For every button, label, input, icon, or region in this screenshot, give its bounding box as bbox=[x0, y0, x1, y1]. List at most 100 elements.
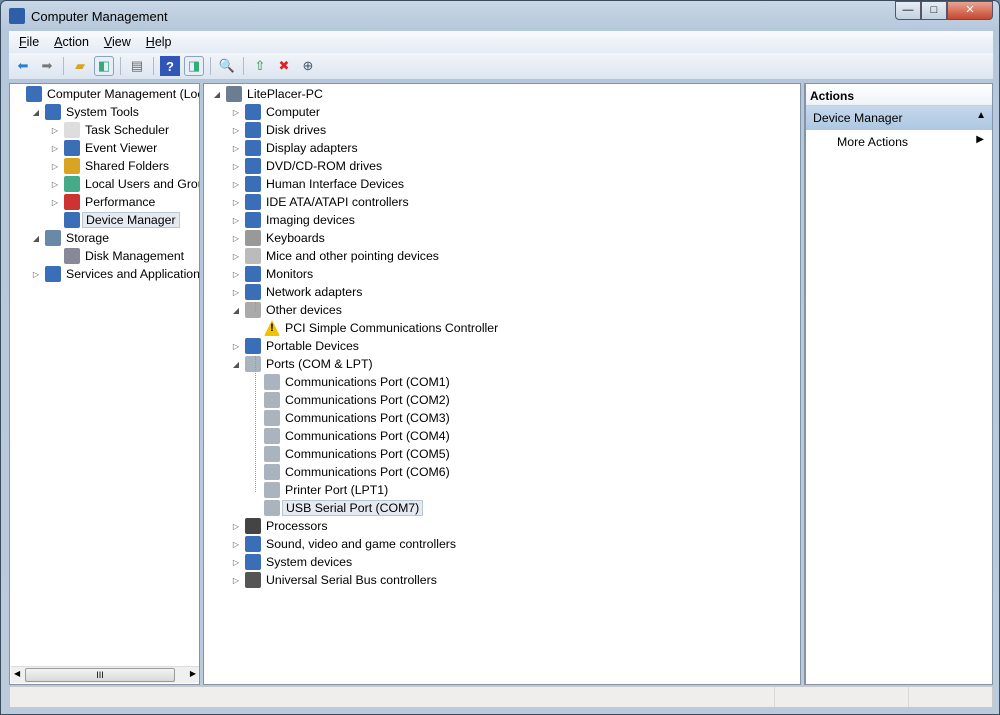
expand-arrow-icon[interactable]: ▷ bbox=[31, 270, 41, 279]
help-icon[interactable]: ? bbox=[160, 56, 180, 76]
collapse-arrow-icon[interactable]: ◢ bbox=[212, 90, 222, 99]
up-folder-icon[interactable]: ▰ bbox=[70, 56, 90, 76]
tree-item-label: Event Viewer bbox=[85, 141, 158, 155]
tree-item[interactable]: ▷ Mice and other pointing devices bbox=[231, 247, 439, 265]
properties-icon[interactable]: ▤ bbox=[127, 56, 147, 76]
tree-item[interactable]: Printer Port (LPT1) bbox=[250, 481, 388, 499]
menu-action[interactable]: Action bbox=[54, 35, 89, 49]
expand-arrow-icon[interactable]: ▷ bbox=[50, 162, 60, 171]
menu-view[interactable]: View bbox=[104, 35, 131, 49]
collapse-icon[interactable]: ▲ bbox=[976, 110, 986, 121]
expand-arrow-icon[interactable]: ▷ bbox=[231, 126, 241, 135]
disable-icon[interactable]: ⊕ bbox=[298, 56, 318, 76]
forward-icon[interactable]: ➡ bbox=[37, 56, 57, 76]
expand-arrow-icon[interactable]: ▷ bbox=[231, 180, 241, 189]
expand-arrow-icon[interactable]: ▷ bbox=[231, 216, 241, 225]
tree-item[interactable]: ▷ Monitors bbox=[231, 265, 313, 283]
tree-item-label: Communications Port (COM4) bbox=[285, 429, 450, 443]
expand-arrow-icon[interactable]: ▷ bbox=[231, 162, 241, 171]
more-actions-item[interactable]: More Actions ▶ bbox=[806, 130, 992, 152]
collapse-arrow-icon[interactable]: ◢ bbox=[31, 108, 41, 117]
expand-arrow-icon[interactable]: ▷ bbox=[231, 108, 241, 117]
tree-item[interactable]: ▷ Human Interface Devices bbox=[231, 175, 404, 193]
menu-file[interactable]: File bbox=[19, 35, 39, 49]
tree-item[interactable]: ▷ Sound, video and game controllers bbox=[231, 535, 456, 553]
maximize-button[interactable]: □ bbox=[921, 1, 947, 20]
tree-item[interactable]: Communications Port (COM6) bbox=[250, 463, 450, 481]
tree-item[interactable]: ▷ Local Users and Groups bbox=[50, 175, 199, 193]
scrollbar-thumb[interactable]: III bbox=[25, 668, 175, 682]
expand-arrow-icon[interactable]: ▷ bbox=[231, 198, 241, 207]
tree-item[interactable]: Computer Management (Local bbox=[12, 85, 199, 103]
tree-item[interactable]: Disk Management bbox=[50, 247, 184, 265]
tree-item[interactable]: ◢ Other devices bbox=[231, 301, 342, 319]
show-hide-action-pane-icon[interactable]: ◨ bbox=[184, 56, 204, 76]
update-driver-icon[interactable]: ⇧ bbox=[250, 56, 270, 76]
section-label: Device Manager bbox=[813, 111, 903, 125]
tree-item[interactable]: ▷ Display adapters bbox=[231, 139, 358, 157]
tree-item[interactable]: ◢ Ports (COM & LPT) bbox=[231, 355, 373, 373]
menu-help[interactable]: Help bbox=[146, 35, 172, 49]
tree-item[interactable]: ▷ Computer bbox=[231, 103, 320, 121]
expand-arrow-icon[interactable]: ▷ bbox=[231, 522, 241, 531]
tree-item[interactable]: USB Serial Port (COM7) bbox=[250, 499, 424, 517]
tree-item[interactable]: ▷ Processors bbox=[231, 517, 328, 535]
horizontal-scrollbar[interactable]: ◀ III ▶ bbox=[11, 666, 199, 683]
tree-item[interactable]: ▷ System devices bbox=[231, 553, 352, 571]
expand-arrow-icon[interactable]: ▷ bbox=[231, 342, 241, 351]
expand-arrow-icon[interactable]: ▷ bbox=[231, 144, 241, 153]
tree-item-label: Communications Port (COM5) bbox=[285, 447, 450, 461]
tree-item-label: Communications Port (COM2) bbox=[285, 393, 450, 407]
tree-item[interactable]: Communications Port (COM2) bbox=[250, 391, 450, 409]
expand-arrow-icon[interactable]: ▷ bbox=[231, 540, 241, 549]
tree-item-label: Communications Port (COM3) bbox=[285, 411, 450, 425]
tree-item[interactable]: Communications Port (COM1) bbox=[250, 373, 450, 391]
unknown-device-icon bbox=[245, 302, 261, 318]
expand-arrow-icon[interactable]: ▷ bbox=[50, 198, 60, 207]
tree-item[interactable]: ▷ Services and Applications bbox=[31, 265, 199, 283]
actions-pane: Actions Device Manager ▲ More Actions ▶ bbox=[804, 83, 993, 685]
tree-item[interactable]: Communications Port (COM3) bbox=[250, 409, 450, 427]
expand-arrow-icon[interactable]: ▷ bbox=[231, 558, 241, 567]
tree-item[interactable]: ▷ DVD/CD-ROM drives bbox=[231, 157, 382, 175]
tree-item[interactable]: ▷ Universal Serial Bus controllers bbox=[231, 571, 437, 589]
show-hide-console-tree-icon[interactable]: ◧ bbox=[94, 56, 114, 76]
tree-item[interactable]: ▷ Shared Folders bbox=[50, 157, 169, 175]
tree-item[interactable]: ▷ Network adapters bbox=[231, 283, 362, 301]
expand-arrow-icon[interactable]: ▷ bbox=[231, 576, 241, 585]
collapse-arrow-icon[interactable]: ◢ bbox=[31, 234, 41, 243]
back-icon[interactable]: ⬅ bbox=[13, 56, 33, 76]
tree-item[interactable]: ▷ Imaging devices bbox=[231, 211, 355, 229]
tree-item[interactable]: ▷ Event Viewer bbox=[50, 139, 157, 157]
expand-arrow-icon[interactable]: ▷ bbox=[231, 270, 241, 279]
close-button[interactable]: ✕ bbox=[947, 1, 993, 20]
tree-item[interactable]: ◢ System Tools bbox=[31, 103, 139, 121]
expand-arrow-icon[interactable]: ▷ bbox=[50, 144, 60, 153]
scan-hardware-icon[interactable]: 🔍 bbox=[217, 56, 237, 76]
tree-item[interactable]: ◢ LitePlacer-PC bbox=[212, 85, 323, 103]
tree-item[interactable]: ▷ Task Scheduler bbox=[50, 121, 169, 139]
tree-item[interactable]: ! PCI Simple Communications Controller bbox=[250, 319, 498, 337]
tree-item[interactable]: Device Manager bbox=[50, 211, 180, 229]
expand-arrow-icon[interactable]: ▷ bbox=[50, 180, 60, 189]
tree-item[interactable]: ▷ Disk drives bbox=[231, 121, 326, 139]
expand-arrow-icon[interactable]: ▷ bbox=[231, 252, 241, 261]
tree-item[interactable]: ◢ Storage bbox=[31, 229, 109, 247]
tree-item[interactable]: ▷ Keyboards bbox=[231, 229, 325, 247]
tree-item-label: Shared Folders bbox=[85, 159, 170, 173]
collapse-arrow-icon[interactable]: ◢ bbox=[231, 360, 241, 369]
tree-item[interactable]: ▷ IDE ATA/ATAPI controllers bbox=[231, 193, 409, 211]
expand-arrow-icon[interactable]: ▷ bbox=[231, 288, 241, 297]
port-icon bbox=[264, 410, 280, 426]
tree-item[interactable]: ▷ Portable Devices bbox=[231, 337, 359, 355]
tree-item[interactable]: Communications Port (COM4) bbox=[250, 427, 450, 445]
minimize-button[interactable]: — bbox=[895, 1, 921, 20]
actions-section-device-manager[interactable]: Device Manager ▲ bbox=[806, 106, 992, 130]
expand-arrow-icon[interactable]: ▷ bbox=[231, 234, 241, 243]
tree-item-label: PCI Simple Communications Controller bbox=[285, 321, 499, 335]
collapse-arrow-icon[interactable]: ◢ bbox=[231, 306, 241, 315]
expand-arrow-icon[interactable]: ▷ bbox=[50, 126, 60, 135]
tree-item[interactable]: Communications Port (COM5) bbox=[250, 445, 450, 463]
tree-item[interactable]: ▷ Performance bbox=[50, 193, 155, 211]
uninstall-icon[interactable]: ✖ bbox=[274, 56, 294, 76]
